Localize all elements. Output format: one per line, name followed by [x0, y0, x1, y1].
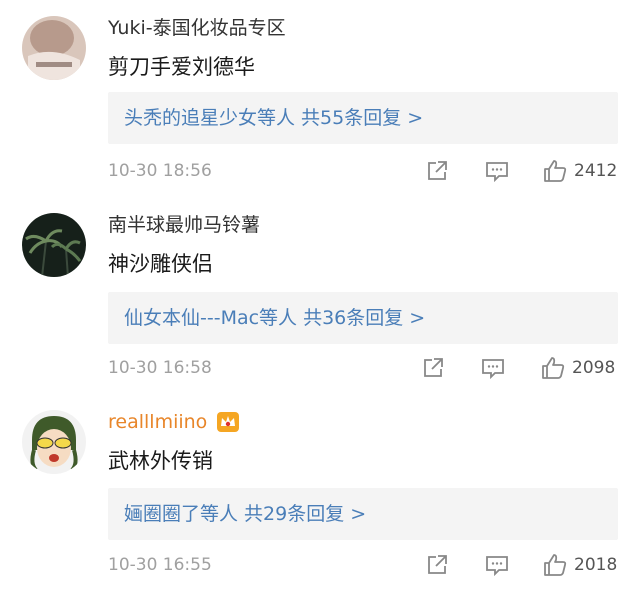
share-button[interactable] — [420, 355, 446, 381]
thumbs-up-icon — [544, 160, 567, 182]
thumbs-up-icon — [544, 554, 567, 576]
reply-summary-link[interactable]: 头秃的追星少女等人 共55条回复 > — [124, 104, 423, 132]
comment-text: 武林外传销 — [108, 449, 213, 473]
comment-icon — [486, 162, 508, 183]
vip-crown-icon — [216, 410, 240, 434]
comment-text: 神沙雕侠侣 — [108, 252, 213, 276]
like-count: 2018 — [574, 555, 618, 575]
share-icon — [428, 161, 447, 180]
thumbs-up-icon — [542, 357, 565, 379]
username[interactable]: Yuki-泰国化妆品专区 — [108, 16, 286, 40]
palm-trees-photo-icon — [22, 213, 86, 277]
comment-button[interactable] — [484, 158, 510, 184]
reply-summary-box[interactable]: 仙女本仙---Mac等人 共36条回复 > — [108, 292, 618, 344]
like-button[interactable] — [542, 552, 568, 578]
share-icon — [428, 555, 447, 574]
timestamp: 10-30 18:56 — [108, 161, 212, 181]
username[interactable]: 南半球最帅马铃薯 — [108, 213, 260, 237]
reply-summary-box[interactable]: 头秃的追星少女等人 共55条回复 > — [108, 92, 618, 144]
reply-summary-link[interactable]: 婳圈圈了等人 共29条回复 > — [124, 500, 366, 528]
reply-summary-box[interactable]: 婳圈圈了等人 共29条回复 > — [108, 488, 618, 540]
share-button[interactable] — [424, 552, 450, 578]
like-count: 2412 — [574, 161, 618, 181]
like-button[interactable] — [540, 355, 566, 381]
share-icon — [424, 358, 443, 377]
like-count: 2098 — [572, 358, 616, 378]
comment-icon — [486, 556, 508, 577]
timestamp: 10-30 16:58 — [108, 358, 212, 378]
avatar[interactable] — [22, 16, 86, 80]
comment-item: 南半球最帅马铃薯 神沙雕侠侣 仙女本仙---Mac等人 共36条回复 > 10-… — [0, 197, 640, 394]
comment-button[interactable] — [484, 552, 510, 578]
reply-summary-link[interactable]: 仙女本仙---Mac等人 共36条回复 > — [124, 304, 425, 332]
avatar[interactable] — [22, 410, 86, 474]
like-button[interactable] — [542, 158, 568, 184]
username[interactable]: realllmiino — [108, 410, 207, 434]
comment-item: Yuki-泰国化妆品专区 剪刀手爱刘德华 头秃的追星少女等人 共55条回复 > … — [0, 0, 640, 197]
comment-button[interactable] — [480, 355, 506, 381]
portrait-photo-icon — [22, 16, 86, 80]
cartoon-girl-avatar-icon — [22, 410, 86, 474]
comment-item: realllmiino 武林外传销 婳圈圈了等人 共29条回复 > 10-30 … — [0, 394, 640, 591]
share-button[interactable] — [424, 158, 450, 184]
comment-text: 剪刀手爱刘德华 — [108, 55, 255, 79]
timestamp: 10-30 16:55 — [108, 555, 212, 575]
avatar[interactable] — [22, 213, 86, 277]
comment-icon — [482, 359, 504, 380]
